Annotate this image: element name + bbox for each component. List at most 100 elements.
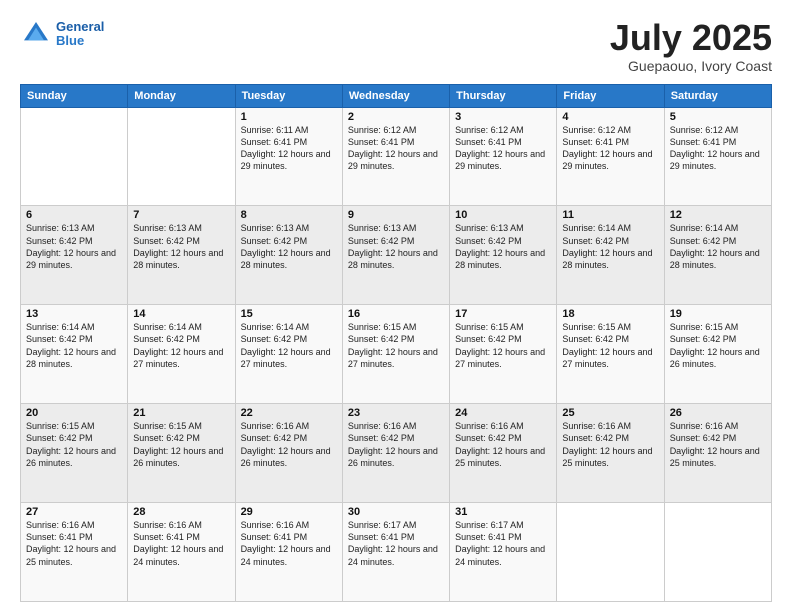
calendar-header-monday: Monday bbox=[128, 84, 235, 107]
calendar-cell: 5Sunrise: 6:12 AM Sunset: 6:41 PM Daylig… bbox=[664, 107, 771, 206]
day-info: Sunrise: 6:15 AM Sunset: 6:42 PM Dayligh… bbox=[670, 321, 766, 370]
calendar-cell: 8Sunrise: 6:13 AM Sunset: 6:42 PM Daylig… bbox=[235, 206, 342, 305]
calendar-week-4: 20Sunrise: 6:15 AM Sunset: 6:42 PM Dayli… bbox=[21, 404, 772, 503]
calendar-cell: 25Sunrise: 6:16 AM Sunset: 6:42 PM Dayli… bbox=[557, 404, 664, 503]
calendar-cell bbox=[128, 107, 235, 206]
calendar-cell: 20Sunrise: 6:15 AM Sunset: 6:42 PM Dayli… bbox=[21, 404, 128, 503]
day-number: 31 bbox=[455, 506, 551, 518]
calendar-cell: 29Sunrise: 6:16 AM Sunset: 6:41 PM Dayli… bbox=[235, 503, 342, 602]
day-info: Sunrise: 6:14 AM Sunset: 6:42 PM Dayligh… bbox=[670, 222, 766, 271]
calendar-cell: 14Sunrise: 6:14 AM Sunset: 6:42 PM Dayli… bbox=[128, 305, 235, 404]
day-number: 2 bbox=[348, 111, 444, 123]
calendar-cell: 26Sunrise: 6:16 AM Sunset: 6:42 PM Dayli… bbox=[664, 404, 771, 503]
day-info: Sunrise: 6:12 AM Sunset: 6:41 PM Dayligh… bbox=[348, 124, 444, 173]
day-number: 19 bbox=[670, 308, 766, 320]
day-number: 28 bbox=[133, 506, 229, 518]
day-number: 26 bbox=[670, 407, 766, 419]
calendar-cell: 31Sunrise: 6:17 AM Sunset: 6:41 PM Dayli… bbox=[450, 503, 557, 602]
day-number: 18 bbox=[562, 308, 658, 320]
calendar-header-sunday: Sunday bbox=[21, 84, 128, 107]
day-number: 8 bbox=[241, 209, 337, 221]
day-info: Sunrise: 6:17 AM Sunset: 6:41 PM Dayligh… bbox=[348, 519, 444, 568]
logo: General Blue bbox=[20, 18, 104, 50]
day-number: 21 bbox=[133, 407, 229, 419]
calendar-cell bbox=[664, 503, 771, 602]
calendar-cell: 9Sunrise: 6:13 AM Sunset: 6:42 PM Daylig… bbox=[342, 206, 449, 305]
calendar-cell: 1Sunrise: 6:11 AM Sunset: 6:41 PM Daylig… bbox=[235, 107, 342, 206]
day-info: Sunrise: 6:15 AM Sunset: 6:42 PM Dayligh… bbox=[26, 420, 122, 469]
day-info: Sunrise: 6:16 AM Sunset: 6:42 PM Dayligh… bbox=[562, 420, 658, 469]
calendar-header-friday: Friday bbox=[557, 84, 664, 107]
day-info: Sunrise: 6:12 AM Sunset: 6:41 PM Dayligh… bbox=[455, 124, 551, 173]
day-number: 10 bbox=[455, 209, 551, 221]
calendar-cell: 22Sunrise: 6:16 AM Sunset: 6:42 PM Dayli… bbox=[235, 404, 342, 503]
calendar-header-thursday: Thursday bbox=[450, 84, 557, 107]
day-info: Sunrise: 6:13 AM Sunset: 6:42 PM Dayligh… bbox=[26, 222, 122, 271]
day-info: Sunrise: 6:14 AM Sunset: 6:42 PM Dayligh… bbox=[241, 321, 337, 370]
calendar-cell: 2Sunrise: 6:12 AM Sunset: 6:41 PM Daylig… bbox=[342, 107, 449, 206]
calendar-week-5: 27Sunrise: 6:16 AM Sunset: 6:41 PM Dayli… bbox=[21, 503, 772, 602]
day-info: Sunrise: 6:15 AM Sunset: 6:42 PM Dayligh… bbox=[562, 321, 658, 370]
day-info: Sunrise: 6:13 AM Sunset: 6:42 PM Dayligh… bbox=[241, 222, 337, 271]
calendar-cell: 3Sunrise: 6:12 AM Sunset: 6:41 PM Daylig… bbox=[450, 107, 557, 206]
calendar-cell: 7Sunrise: 6:13 AM Sunset: 6:42 PM Daylig… bbox=[128, 206, 235, 305]
day-number: 12 bbox=[670, 209, 766, 221]
day-info: Sunrise: 6:15 AM Sunset: 6:42 PM Dayligh… bbox=[348, 321, 444, 370]
day-number: 13 bbox=[26, 308, 122, 320]
day-number: 5 bbox=[670, 111, 766, 123]
calendar-header-row: SundayMondayTuesdayWednesdayThursdayFrid… bbox=[21, 84, 772, 107]
day-info: Sunrise: 6:16 AM Sunset: 6:41 PM Dayligh… bbox=[133, 519, 229, 568]
day-number: 15 bbox=[241, 308, 337, 320]
day-number: 27 bbox=[26, 506, 122, 518]
calendar-cell: 30Sunrise: 6:17 AM Sunset: 6:41 PM Dayli… bbox=[342, 503, 449, 602]
calendar-cell: 15Sunrise: 6:14 AM Sunset: 6:42 PM Dayli… bbox=[235, 305, 342, 404]
calendar-table: SundayMondayTuesdayWednesdayThursdayFrid… bbox=[20, 84, 772, 602]
day-info: Sunrise: 6:14 AM Sunset: 6:42 PM Dayligh… bbox=[562, 222, 658, 271]
day-info: Sunrise: 6:16 AM Sunset: 6:41 PM Dayligh… bbox=[26, 519, 122, 568]
calendar-cell: 28Sunrise: 6:16 AM Sunset: 6:41 PM Dayli… bbox=[128, 503, 235, 602]
day-number: 20 bbox=[26, 407, 122, 419]
day-number: 1 bbox=[241, 111, 337, 123]
subtitle: Guepaouo, Ivory Coast bbox=[610, 58, 772, 74]
day-info: Sunrise: 6:16 AM Sunset: 6:42 PM Dayligh… bbox=[348, 420, 444, 469]
header: General Blue July 2025 Guepaouo, Ivory C… bbox=[20, 18, 772, 74]
day-number: 24 bbox=[455, 407, 551, 419]
day-info: Sunrise: 6:17 AM Sunset: 6:41 PM Dayligh… bbox=[455, 519, 551, 568]
day-info: Sunrise: 6:12 AM Sunset: 6:41 PM Dayligh… bbox=[670, 124, 766, 173]
calendar-cell: 27Sunrise: 6:16 AM Sunset: 6:41 PM Dayli… bbox=[21, 503, 128, 602]
title-area: July 2025 Guepaouo, Ivory Coast bbox=[610, 18, 772, 74]
main-title: July 2025 bbox=[610, 18, 772, 58]
day-number: 7 bbox=[133, 209, 229, 221]
calendar-cell: 19Sunrise: 6:15 AM Sunset: 6:42 PM Dayli… bbox=[664, 305, 771, 404]
day-info: Sunrise: 6:15 AM Sunset: 6:42 PM Dayligh… bbox=[455, 321, 551, 370]
day-number: 29 bbox=[241, 506, 337, 518]
day-number: 3 bbox=[455, 111, 551, 123]
calendar-cell: 4Sunrise: 6:12 AM Sunset: 6:41 PM Daylig… bbox=[557, 107, 664, 206]
day-number: 23 bbox=[348, 407, 444, 419]
calendar-cell: 24Sunrise: 6:16 AM Sunset: 6:42 PM Dayli… bbox=[450, 404, 557, 503]
calendar-cell bbox=[21, 107, 128, 206]
calendar-header-saturday: Saturday bbox=[664, 84, 771, 107]
day-number: 25 bbox=[562, 407, 658, 419]
page: General Blue July 2025 Guepaouo, Ivory C… bbox=[0, 0, 792, 612]
calendar-cell bbox=[557, 503, 664, 602]
day-info: Sunrise: 6:16 AM Sunset: 6:42 PM Dayligh… bbox=[670, 420, 766, 469]
day-info: Sunrise: 6:16 AM Sunset: 6:41 PM Dayligh… bbox=[241, 519, 337, 568]
day-info: Sunrise: 6:15 AM Sunset: 6:42 PM Dayligh… bbox=[133, 420, 229, 469]
logo-general: General bbox=[56, 19, 104, 34]
day-info: Sunrise: 6:12 AM Sunset: 6:41 PM Dayligh… bbox=[562, 124, 658, 173]
calendar-cell: 12Sunrise: 6:14 AM Sunset: 6:42 PM Dayli… bbox=[664, 206, 771, 305]
day-info: Sunrise: 6:13 AM Sunset: 6:42 PM Dayligh… bbox=[133, 222, 229, 271]
logo-blue: Blue bbox=[56, 33, 84, 48]
day-number: 9 bbox=[348, 209, 444, 221]
day-info: Sunrise: 6:11 AM Sunset: 6:41 PM Dayligh… bbox=[241, 124, 337, 173]
calendar-cell: 23Sunrise: 6:16 AM Sunset: 6:42 PM Dayli… bbox=[342, 404, 449, 503]
calendar-cell: 21Sunrise: 6:15 AM Sunset: 6:42 PM Dayli… bbox=[128, 404, 235, 503]
day-info: Sunrise: 6:13 AM Sunset: 6:42 PM Dayligh… bbox=[348, 222, 444, 271]
day-number: 30 bbox=[348, 506, 444, 518]
calendar-cell: 18Sunrise: 6:15 AM Sunset: 6:42 PM Dayli… bbox=[557, 305, 664, 404]
calendar-header-tuesday: Tuesday bbox=[235, 84, 342, 107]
calendar-week-2: 6Sunrise: 6:13 AM Sunset: 6:42 PM Daylig… bbox=[21, 206, 772, 305]
day-number: 6 bbox=[26, 209, 122, 221]
day-number: 4 bbox=[562, 111, 658, 123]
